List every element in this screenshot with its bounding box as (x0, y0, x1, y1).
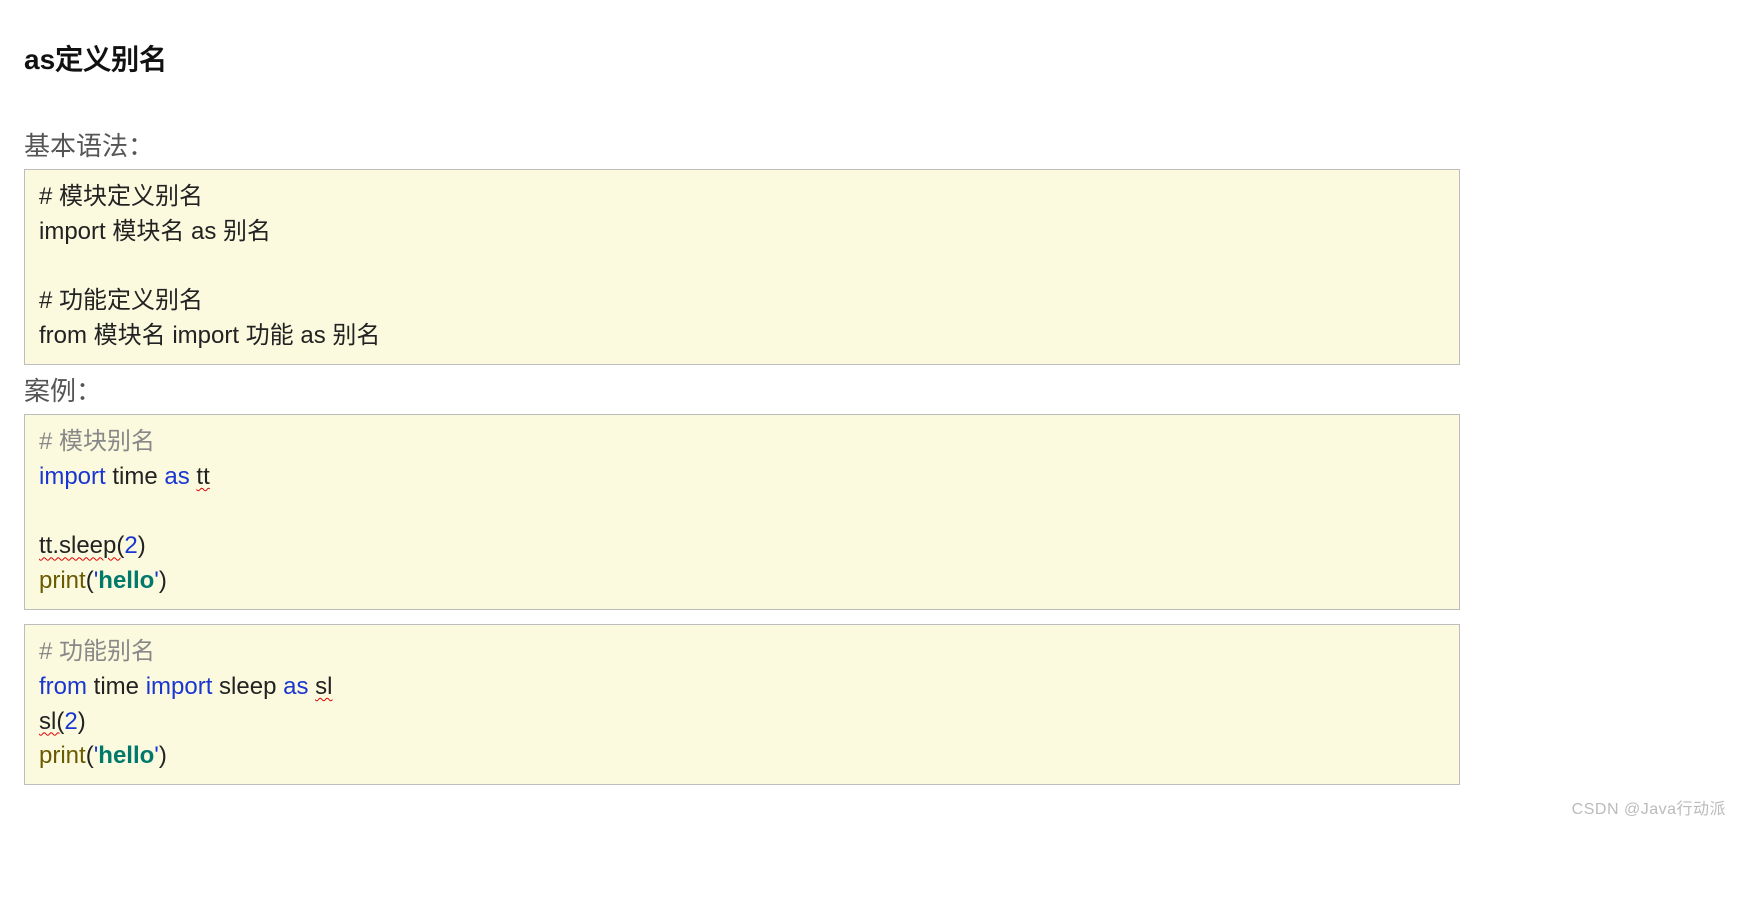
code-string: hello (98, 567, 154, 594)
code-line: import time as tt (39, 460, 1445, 495)
code-line: # 模块定义别名 (39, 180, 1445, 215)
code-text: tt.sleep( (39, 532, 124, 559)
code-text: ) (159, 567, 167, 594)
code-line: from 模块名 import 功能 as 别名 (39, 319, 1445, 354)
code-comment: # 模块别名 (39, 425, 1445, 460)
code-number: 2 (124, 532, 137, 559)
code-text: time (106, 463, 165, 490)
code-text: ) (159, 742, 167, 769)
code-number: 2 (64, 708, 77, 735)
code-text: sl( (39, 708, 64, 735)
code-alias: tt (196, 463, 209, 490)
keyword-from: from (39, 673, 87, 700)
code-text: ( (86, 567, 94, 594)
code-box-example-1: # 模块别名 import time as tt tt.sleep(2) pri… (24, 414, 1460, 610)
code-text: ) (78, 708, 86, 735)
code-box-syntax: # 模块定义别名 import 模块名 as 别名 # 功能定义别名 from … (24, 169, 1460, 365)
code-line: # 功能定义别名 (39, 284, 1445, 319)
keyword-as: as (164, 463, 189, 490)
code-func: print (39, 567, 86, 594)
keyword-as: as (283, 673, 308, 700)
code-line: print('hello') (39, 564, 1445, 599)
code-line: print('hello') (39, 739, 1445, 774)
code-text: ( (86, 742, 94, 769)
watermark: CSDN @Java行动派 (1572, 795, 1726, 819)
code-line: tt.sleep(2) (39, 529, 1445, 564)
keyword-import: import (39, 463, 106, 490)
code-string: hello (98, 742, 154, 769)
code-line: from time import sleep as sl (39, 670, 1445, 705)
code-line: sl(2) (39, 705, 1445, 740)
code-blank-line (39, 495, 1445, 530)
code-text: ) (138, 532, 146, 559)
code-blank-line (39, 250, 1445, 285)
page-title: as定义别名 (24, 38, 1720, 78)
code-text: sleep (212, 673, 283, 700)
code-box-example-2: # 功能别名 from time import sleep as sl sl(2… (24, 624, 1460, 785)
code-text: time (87, 673, 146, 700)
code-func: print (39, 742, 86, 769)
keyword-import: import (146, 673, 213, 700)
code-alias: sl (315, 673, 332, 700)
label-example: 案例： (24, 371, 1720, 408)
code-line: import 模块名 as 别名 (39, 215, 1445, 250)
label-syntax: 基本语法： (24, 126, 1720, 163)
code-comment: # 功能别名 (39, 635, 1445, 670)
